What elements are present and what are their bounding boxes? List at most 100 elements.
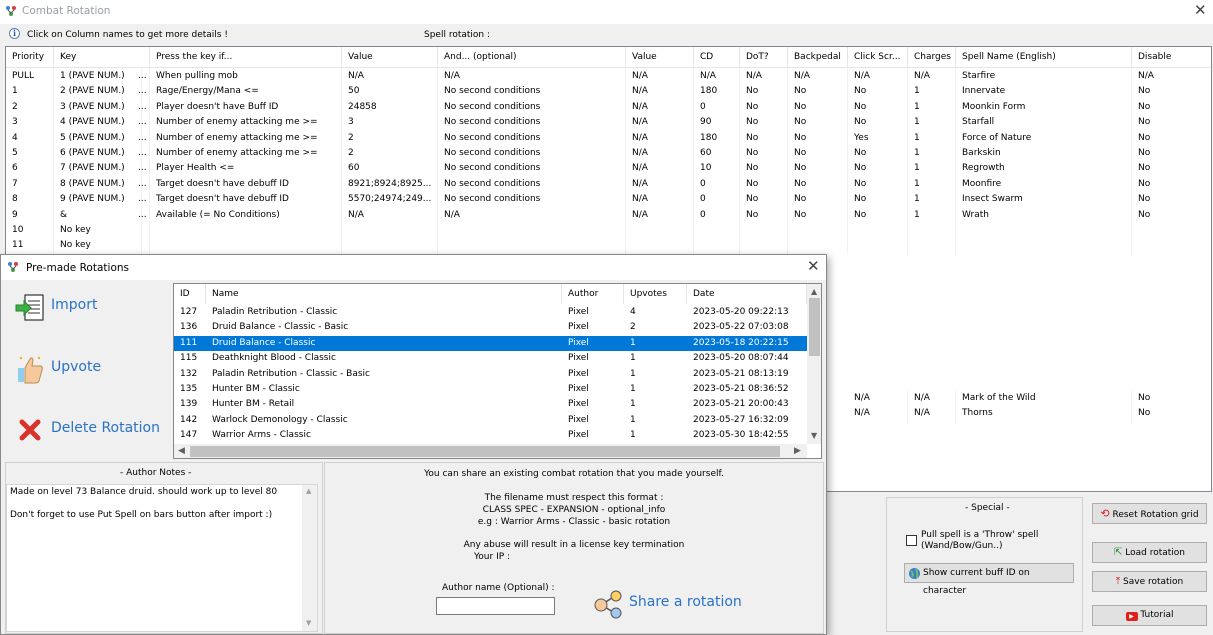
grid-column-header[interactable]: Key	[54, 47, 150, 68]
show-buff-id-button[interactable]: Show current buff ID on character	[904, 563, 1074, 596]
import-action[interactable]: Import	[13, 291, 163, 325]
table-cell: No	[788, 130, 848, 146]
table-row[interactable]: PULL 1 (PAVE NUM.)... When pulling mob N/A N…	[6, 69, 1211, 85]
table-row[interactable]: 11 No key	[6, 238, 1211, 254]
author-notes-textbox[interactable]: Made on level 73 Balance druid. should w…	[6, 484, 318, 632]
delete-icon	[19, 419, 41, 441]
filename-format-label: The filename must respect this format :	[484, 493, 664, 503]
list-item[interactable]: 136 Druid Balance - Classic - Basic Pixel 2…	[174, 320, 807, 335]
table-cell: N/A	[848, 391, 908, 407]
vertical-scrollbar[interactable]: ▲ ▼	[807, 284, 821, 444]
list-cell: Druid Balance - Classic	[212, 337, 316, 348]
table-cell: 180	[694, 130, 740, 146]
author-note-line: Made on level 73 Balance druid. should w…	[10, 487, 278, 497]
share-rotation-action[interactable]: Share a rotation	[593, 589, 743, 621]
grid-column-header[interactable]: Priority	[6, 47, 54, 68]
tutorial-label: Tutorial	[1140, 610, 1174, 620]
table-row[interactable]: 12 (PAVE NUM.)... Rage/Energy/Mana <= 50 No…	[6, 84, 1211, 100]
author-notes-title: - Author Notes -	[120, 468, 192, 478]
scroll-right-icon[interactable]: ▶	[794, 446, 801, 456]
grid-column-header[interactable]: Value	[626, 47, 694, 68]
table-row[interactable]: 56 (PAVE NUM.)... Number of enemy attacki…	[6, 146, 1211, 162]
horizontal-scrollbar[interactable]: ◀ ▶	[174, 444, 807, 458]
table-row[interactable]: 9 &... Available (= No Conditions) N/A N/A N/…	[6, 207, 1211, 223]
author-name-input[interactable]	[436, 597, 555, 615]
save-rotation-button[interactable]: ⤒ Save rotation	[1092, 571, 1207, 592]
table-row[interactable]: 34 (PAVE NUM.)... Number of enemy attacki…	[6, 115, 1211, 131]
table-cell: No key	[54, 238, 142, 254]
dialog-close-icon[interactable]: ✕	[807, 259, 820, 274]
table-cell: No	[848, 207, 908, 223]
list-column-header[interactable]: Date	[687, 284, 807, 304]
list-column-header[interactable]: ID	[174, 284, 206, 304]
list-item[interactable]: 139 Hunter BM - Retail Pixel 1 2023-05-21 20…	[174, 397, 807, 412]
list-cell: 111	[180, 337, 198, 348]
list-cell: Pixel	[568, 307, 589, 317]
grid-column-header[interactable]: Value	[342, 47, 438, 68]
table-cell: 10	[694, 161, 740, 177]
table-cell: No	[740, 146, 788, 162]
table-cell: 7	[6, 176, 54, 193]
grid-column-header[interactable]: Backpedal	[788, 47, 848, 68]
table-cell: 1	[908, 161, 956, 177]
list-cell: Pixel	[568, 384, 589, 394]
table-row[interactable]: 78 (PAVE NUM.)... Target doesn't have deb…	[6, 176, 1211, 193]
table-cell: No second conditions	[438, 146, 626, 162]
table-cell: 1	[6, 84, 54, 100]
grid-column-header[interactable]: DoT?	[740, 47, 788, 68]
grid-column-header[interactable]: Spell Name (English)	[956, 47, 1132, 68]
table-row[interactable]: 10 No key	[6, 223, 1211, 239]
upvote-action[interactable]: Upvote	[13, 351, 163, 387]
abuse-warning: Any abuse will result in a license key t…	[463, 540, 685, 550]
grid-column-header[interactable]: CD	[694, 47, 740, 68]
load-rotation-button[interactable]: ⇱ Load rotation	[1092, 542, 1207, 563]
table-cell: N/A	[626, 192, 694, 208]
list-item[interactable]: 115 Deathknight Blood - Classic Pixel 1 2023…	[174, 351, 807, 366]
grid-column-header[interactable]: And... (optional)	[438, 47, 626, 68]
list-column-header[interactable]: Name	[206, 284, 562, 304]
table-cell: ...	[132, 161, 150, 177]
table-row[interactable]: 23 (PAVE NUM.)... Player doesn't have Buf…	[6, 99, 1211, 116]
list-cell: Hunter BM - Classic	[212, 384, 300, 394]
horizontal-scroll-thumb[interactable]	[190, 446, 780, 457]
grid-column-header[interactable]: Click Scr...	[848, 47, 908, 68]
list-item[interactable]: 132 Paladin Retribution - Classic - Basic…	[174, 367, 807, 382]
table-cell: 1	[908, 176, 956, 193]
list-item[interactable]: 127 Paladin Retribution - Classic Pixel 4 20…	[174, 305, 807, 320]
tutorial-button[interactable]: ▶ Tutorial	[1092, 605, 1207, 626]
vertical-scroll-thumb[interactable]	[809, 298, 820, 356]
rotations-list[interactable]: ID Name Author Upvotes Date 127 Paladin Retri…	[173, 283, 822, 459]
notes-scroll-down-icon[interactable]: ▼	[306, 619, 311, 627]
grid-column-header[interactable]: Press the key if...	[150, 47, 342, 68]
notes-scroll-up-icon[interactable]: ▲	[306, 487, 311, 495]
throw-spell-checkbox[interactable]	[906, 535, 917, 546]
table-cell: 60	[342, 161, 438, 177]
list-item[interactable]: 111 Druid Balance - Classic Pixel 1 2023-05-…	[174, 335, 807, 352]
list-cell: Warrior Arms - Classic	[212, 430, 311, 441]
grid-column-header[interactable]: Disable	[1132, 47, 1211, 68]
table-cell: 24858	[342, 99, 438, 116]
window-title: Combat Rotation	[22, 5, 111, 17]
close-icon[interactable]: ✕	[1194, 3, 1207, 18]
scroll-down-icon[interactable]: ▼	[811, 431, 817, 440]
grid-column-header[interactable]: Charges	[908, 47, 956, 68]
table-row[interactable]: 89 (PAVE NUM.)... Target doesn't have deb…	[6, 192, 1211, 208]
table-row[interactable]: 67 (PAVE NUM.)... Player Health <= 60 No se…	[6, 161, 1211, 177]
table-row[interactable]: 45 (PAVE NUM.)... Number of enemy attacki…	[6, 130, 1211, 146]
scroll-up-icon[interactable]: ▲	[811, 287, 817, 296]
author-note-line: Don't forget to use Put Spell on bars bu…	[10, 510, 273, 520]
list-column-header[interactable]: Author	[562, 284, 624, 304]
list-cell: 1	[630, 399, 636, 410]
reset-rotation-button[interactable]: ⟲ Reset Rotation grid	[1092, 503, 1207, 524]
delete-rotation-action[interactable]: Delete Rotation	[13, 413, 163, 447]
notes-scrollbar[interactable]: ▲ ▼	[302, 485, 317, 631]
list-cell: 1	[630, 353, 636, 364]
list-cell: Pixel	[568, 353, 589, 364]
table-cell: 1	[908, 99, 956, 116]
list-column-header[interactable]: Upvotes	[624, 284, 687, 304]
list-item[interactable]: 147 Warrior Arms - Classic Pixel 1 2023-05-3…	[174, 428, 807, 443]
scroll-left-icon[interactable]: ◀	[178, 446, 185, 456]
table-cell: Thorns	[956, 406, 1132, 422]
list-item[interactable]: 142 Warlock Demonology - Classic Pixel 1 202…	[174, 413, 807, 428]
list-item[interactable]: 135 Hunter BM - Classic Pixel 1 2023-05-21 0…	[174, 382, 807, 397]
